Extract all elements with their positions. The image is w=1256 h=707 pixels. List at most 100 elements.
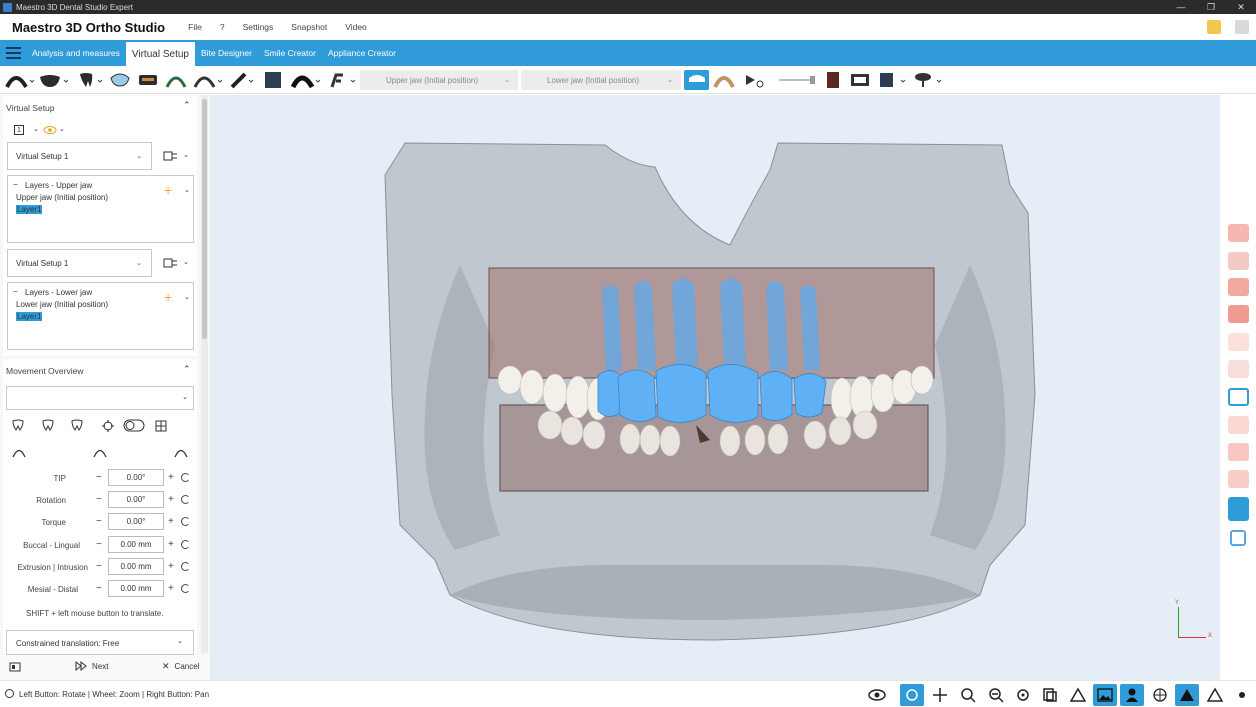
bracket-icon[interactable]	[136, 70, 160, 90]
torque-reset-icon[interactable]	[181, 517, 190, 526]
top-view-icon[interactable]	[1228, 443, 1249, 461]
tree-icon[interactable]	[912, 70, 944, 90]
image-icon[interactable]	[1093, 684, 1117, 706]
menu-help[interactable]: ?	[220, 22, 225, 32]
add-layer-icon[interactable]: +	[164, 182, 172, 198]
tip-plus-button[interactable]: +	[168, 472, 174, 483]
buccal-lingual-input[interactable]: 0.00 mm	[108, 536, 164, 553]
rotation-plus-button[interactable]: +	[168, 494, 174, 505]
copy-icon[interactable]	[1038, 684, 1062, 706]
jaw-tool-icon[interactable]	[36, 70, 70, 90]
extrusion-intrusion-input[interactable]: 0.00 mm	[108, 558, 164, 575]
menu-video[interactable]: Video	[345, 22, 367, 32]
occlusal-view-icon[interactable]	[1228, 360, 1249, 378]
tip-input[interactable]: 0.00°	[108, 469, 164, 486]
virtual-setup-lower-select[interactable]: Virtual Setup 1 ⌄	[7, 249, 152, 277]
collapse-minus-icon[interactable]: −	[13, 287, 18, 296]
tab-virtual-setup[interactable]: Virtual Setup	[125, 42, 195, 66]
arch-left-icon[interactable]	[11, 446, 27, 460]
rotation-input[interactable]: 0.00°	[108, 491, 164, 508]
arch-outline-icon[interactable]	[190, 70, 224, 90]
aligner-view-icon[interactable]	[1228, 388, 1249, 406]
person-icon[interactable]	[1120, 684, 1144, 706]
cancel-button[interactable]: ✕ Cancel	[162, 661, 199, 672]
tooth-move-c-icon[interactable]	[70, 419, 84, 433]
next-button[interactable]: Next	[75, 661, 108, 671]
left-panel-scrollbar[interactable]	[201, 95, 208, 653]
lower-teeth-view-icon[interactable]	[1228, 305, 1249, 323]
scrollbar-thumb[interactable]	[202, 99, 207, 339]
book-icon[interactable]	[822, 70, 844, 90]
tip-reset-icon[interactable]	[181, 473, 190, 482]
user-icon[interactable]	[1235, 20, 1249, 34]
mouthguard-icon[interactable]	[108, 70, 132, 90]
mesial-distal-reset-icon[interactable]	[181, 584, 190, 593]
grid-icon[interactable]	[155, 420, 167, 434]
animation-slider[interactable]	[778, 70, 818, 90]
extrusion-intrusion-minus-button[interactable]: −	[96, 561, 102, 572]
chevron-down-icon[interactable]: ⌄	[33, 125, 39, 133]
upper-teeth-view-icon[interactable]	[1228, 278, 1249, 296]
eye-icon[interactable]	[866, 684, 890, 706]
chat-icon[interactable]	[1207, 20, 1221, 34]
teeth-view-icon[interactable]	[712, 70, 736, 90]
extrusion-intrusion-plus-button[interactable]: +	[168, 561, 174, 572]
globe-icon[interactable]	[1148, 684, 1172, 706]
rotate-tool-icon[interactable]	[900, 684, 924, 706]
collapse-icon[interactable]: ⌃	[183, 364, 191, 375]
pan-icon[interactable]	[928, 684, 952, 706]
constrained-translation-select[interactable]: Constrained translation: Free ⌄	[6, 630, 194, 655]
zoom-in-icon[interactable]	[956, 684, 980, 706]
target-icon[interactable]	[1011, 684, 1035, 706]
torque-input[interactable]: 0.00°	[108, 513, 164, 530]
collapse-icon[interactable]: ⌃	[183, 100, 191, 111]
tooth-tool-icon[interactable]	[72, 70, 106, 90]
upper-jaw-select[interactable]: Upper jaw (Initial position) ⌄	[360, 70, 518, 90]
clamp-icon[interactable]	[326, 70, 358, 90]
upper-jaw-view-toggle[interactable]	[684, 70, 709, 90]
torque-plus-button[interactable]: +	[168, 516, 174, 527]
panel-layout-icon[interactable]	[9, 662, 21, 674]
menu-file[interactable]: File	[188, 22, 202, 32]
chevron-down-icon[interactable]: ⌄	[183, 151, 189, 159]
setup-options-icon[interactable]	[162, 150, 178, 162]
arch-bold-icon[interactable]	[288, 70, 322, 90]
upper-jaw-item[interactable]: Upper jaw (Initial position)	[16, 193, 108, 202]
triangle-filled-icon[interactable]	[1175, 684, 1199, 706]
tip-minus-button[interactable]: −	[96, 472, 102, 483]
chevron-down-icon[interactable]: ⌄	[59, 125, 65, 133]
virtual-setup-upper-select[interactable]: Virtual Setup 1 ⌄	[7, 142, 152, 170]
tooth-move-b-icon[interactable]	[41, 419, 55, 433]
animation-icon[interactable]	[742, 70, 768, 90]
tab-appliance-creator[interactable]: Appliance Creator	[322, 40, 402, 66]
tab-smile-creator[interactable]: Smile Creator	[258, 40, 322, 66]
bottom-view-icon[interactable]	[1228, 470, 1249, 488]
grid-view-icon[interactable]	[1230, 530, 1246, 546]
movement-select[interactable]: ⌄	[6, 386, 194, 410]
chevron-down-icon[interactable]: ⌄	[184, 186, 190, 194]
lower-layer-item[interactable]: Layer1	[16, 312, 43, 321]
tab-bite-designer[interactable]: Bite Designer	[195, 40, 258, 66]
torque-minus-button[interactable]: −	[96, 516, 102, 527]
chevron-down-icon[interactable]: ⌄	[183, 258, 189, 266]
arch-center-icon[interactable]	[92, 446, 108, 460]
page-number-box[interactable]: 1	[14, 125, 24, 135]
pencil-icon[interactable]	[228, 70, 256, 90]
buccal-lingual-plus-button[interactable]: +	[168, 539, 174, 550]
wire-arch-icon[interactable]	[164, 70, 188, 90]
jaw-view-icon[interactable]	[1228, 333, 1249, 351]
menu-settings[interactable]: Settings	[243, 22, 274, 32]
extrusion-intrusion-reset-icon[interactable]	[181, 562, 190, 571]
box-icon[interactable]	[262, 70, 284, 90]
collapse-minus-icon[interactable]: −	[13, 180, 18, 189]
combined-view-icon[interactable]	[1228, 497, 1249, 521]
minimize-button[interactable]: —	[1166, 0, 1196, 14]
mouth-view-icon[interactable]	[1228, 252, 1249, 270]
buccal-lingual-reset-icon[interactable]	[181, 540, 190, 549]
mesial-distal-plus-button[interactable]: +	[168, 583, 174, 594]
maximize-button[interactable]: ❐	[1196, 0, 1226, 14]
rotation-reset-icon[interactable]	[181, 495, 190, 504]
add-layer-icon[interactable]: +	[164, 289, 172, 305]
buccal-lingual-minus-button[interactable]: −	[96, 539, 102, 550]
setup-options-icon[interactable]	[162, 257, 178, 269]
